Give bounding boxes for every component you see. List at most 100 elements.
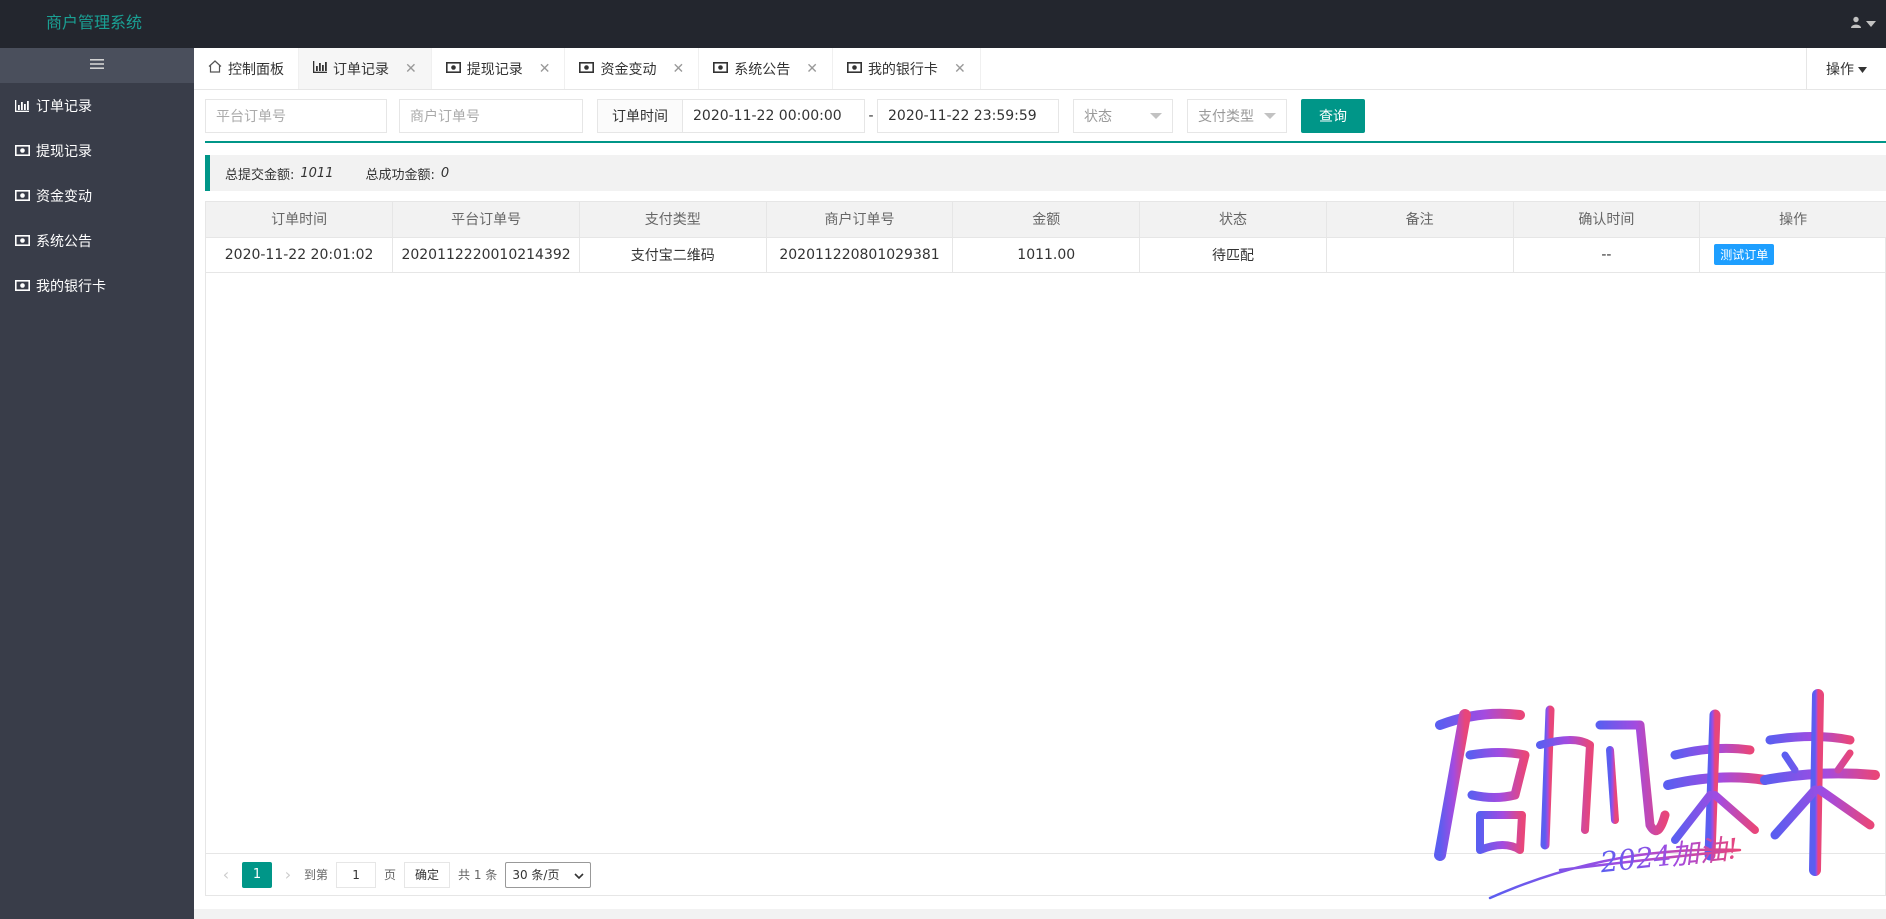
close-icon[interactable]: ✕: [806, 61, 818, 77]
sidebar-toggle[interactable]: [0, 48, 194, 83]
column-header[interactable]: 商户订单号: [766, 202, 954, 238]
money-icon: [14, 190, 30, 201]
main-content: 平台订单号 商户订单号 订单时间 2020-11-22 00:00:00 - 2…: [194, 90, 1886, 909]
status-select-text: 状态: [1084, 109, 1112, 125]
tab-label: 系统公告: [734, 61, 791, 78]
tab-label: 资金变动: [600, 61, 657, 78]
sidebar-item-announcements[interactable]: 系统公告: [0, 218, 194, 263]
order-time-label: 订单时间: [597, 99, 683, 133]
merchant-order-input[interactable]: 商户订单号: [399, 99, 583, 133]
submitted-total-label: 总提交金额:: [225, 167, 295, 183]
sidebar-item-label: 提现记录: [36, 143, 92, 160]
page-suffix: 页: [384, 868, 397, 882]
sidebar-item-label: 系统公告: [36, 233, 92, 250]
caret-down-icon: [1150, 113, 1162, 119]
cell-order-time: 2020-11-22 20:01:02: [206, 237, 394, 273]
close-icon[interactable]: ✕: [954, 61, 966, 77]
column-header[interactable]: 支付类型: [579, 202, 767, 238]
sidebar: 订单记录 提现记录 资金变动 系统公告 我的银行卡: [0, 48, 194, 919]
success-total-label: 总成功金额:: [365, 167, 435, 183]
summary-bar: 总提交金额: 1011 总成功金额: 0: [205, 155, 1886, 191]
sidebar-item-fund-changes[interactable]: 资金变动: [0, 173, 194, 218]
top-header: 商户管理系统: [0, 0, 1886, 48]
money-icon: [14, 280, 30, 291]
cell-amount: 1011.00: [952, 237, 1141, 273]
current-page[interactable]: 1: [242, 861, 272, 888]
chevron-down-icon: [1866, 17, 1876, 32]
cell-confirm-time: --: [1513, 237, 1701, 273]
money-icon: [846, 61, 862, 77]
user-menu[interactable]: [1850, 0, 1876, 48]
column-header[interactable]: 操作: [1699, 202, 1886, 238]
cell-action: 测试订单: [1699, 237, 1886, 273]
chevron-down-icon: [574, 868, 584, 882]
sidebar-item-label: 我的银行卡: [36, 278, 106, 295]
close-icon[interactable]: ✕: [405, 61, 417, 77]
tab-withdrawals[interactable]: 提现记录 ✕: [432, 48, 566, 89]
goto-label: 到第: [304, 868, 329, 882]
column-header[interactable]: 金额: [952, 202, 1141, 238]
close-icon[interactable]: ✕: [539, 61, 551, 77]
tab-label: 我的银行卡: [867, 61, 938, 78]
tab-orders[interactable]: 订单记录 ✕: [299, 48, 432, 89]
next-page-icon[interactable]: ›: [280, 865, 296, 884]
start-time-input[interactable]: 2020-11-22 00:00:00: [683, 99, 865, 133]
cell-remark: [1326, 237, 1514, 273]
caret-down-icon: [1858, 61, 1867, 77]
tab-bank-cards[interactable]: 我的银行卡 ✕: [833, 48, 981, 89]
app-title: 商户管理系统: [46, 13, 143, 32]
platform-order-input[interactable]: 平台订单号: [205, 99, 387, 133]
column-header[interactable]: 平台订单号: [392, 202, 580, 238]
sidebar-item-label: 资金变动: [36, 188, 92, 205]
tab-label: 提现记录: [466, 61, 523, 78]
pay-type-select[interactable]: 支付类型: [1187, 99, 1287, 133]
prev-page-icon[interactable]: ‹: [218, 865, 234, 884]
submitted-total-value: 1011: [300, 165, 334, 181]
status-select[interactable]: 状态: [1073, 99, 1173, 133]
column-header[interactable]: 备注: [1326, 202, 1514, 238]
tab-label: 订单记录: [333, 61, 389, 78]
query-button[interactable]: 查询: [1301, 99, 1365, 133]
column-header[interactable]: 确认时间: [1513, 202, 1701, 238]
table-row[interactable]: 2020-11-22 20:01:02 2020112220010214392 …: [206, 237, 1886, 273]
tab-label: 控制面板: [228, 61, 284, 78]
page-size-value: 30 条/页: [512, 868, 560, 882]
orders-table: 订单时间 平台订单号 支付类型 商户订单号 金额 状态 备注 确认时间 操作 2…: [205, 201, 1886, 896]
sidebar-item-label: 订单记录: [36, 98, 92, 115]
close-icon[interactable]: ✕: [672, 61, 684, 77]
sidebar-item-bank-cards[interactable]: 我的银行卡: [0, 263, 194, 308]
tab-fund-changes[interactable]: 资金变动 ✕: [565, 48, 700, 89]
goto-page-input[interactable]: 1: [336, 861, 377, 888]
success-total-value: 0: [440, 165, 450, 181]
sidebar-item-orders[interactable]: 订单记录: [0, 83, 194, 128]
pay-type-select-text: 支付类型: [1198, 109, 1254, 125]
money-icon: [713, 61, 729, 77]
chart-icon: [313, 60, 327, 77]
menu-icon: [90, 54, 104, 75]
column-header[interactable]: 订单时间: [206, 202, 394, 238]
tab-dashboard[interactable]: 控制面板: [194, 48, 299, 89]
cell-platform-no: 2020112220010214392: [392, 237, 580, 273]
date-separator: -: [868, 108, 874, 124]
caret-down-icon: [1264, 113, 1276, 119]
sidebar-item-withdrawals[interactable]: 提现记录: [0, 128, 194, 173]
tab-bar: 控制面板 订单记录 ✕ 提现记录 ✕ 资金变动 ✕ 系统公告 ✕ 我的银行卡 ✕: [194, 48, 1886, 90]
money-icon: [579, 61, 595, 77]
pagination: ‹ 1 › 到第 1 页 确定 共 1 条 30 条/页: [206, 853, 1885, 895]
home-icon: [208, 60, 222, 77]
test-order-button[interactable]: 测试订单: [1714, 244, 1775, 265]
end-time-input[interactable]: 2020-11-22 23:59:59: [877, 99, 1059, 133]
tab-announcements[interactable]: 系统公告 ✕: [699, 48, 833, 89]
page-size-select[interactable]: 30 条/页: [505, 861, 592, 888]
total-count: 共 1 条: [458, 868, 498, 882]
cell-pay-type: 支付宝二维码: [579, 237, 767, 273]
chart-icon: [14, 99, 30, 112]
money-icon: [445, 61, 461, 77]
footer-strip: [194, 909, 1886, 919]
filter-bar: 平台订单号 商户订单号 订单时间 2020-11-22 00:00:00 - 2…: [205, 99, 1365, 133]
money-icon: [14, 235, 30, 246]
goto-confirm-button[interactable]: 确定: [404, 861, 451, 888]
money-icon: [14, 145, 30, 156]
column-header[interactable]: 状态: [1139, 202, 1327, 238]
tab-operations-menu[interactable]: 操作: [1806, 48, 1886, 89]
